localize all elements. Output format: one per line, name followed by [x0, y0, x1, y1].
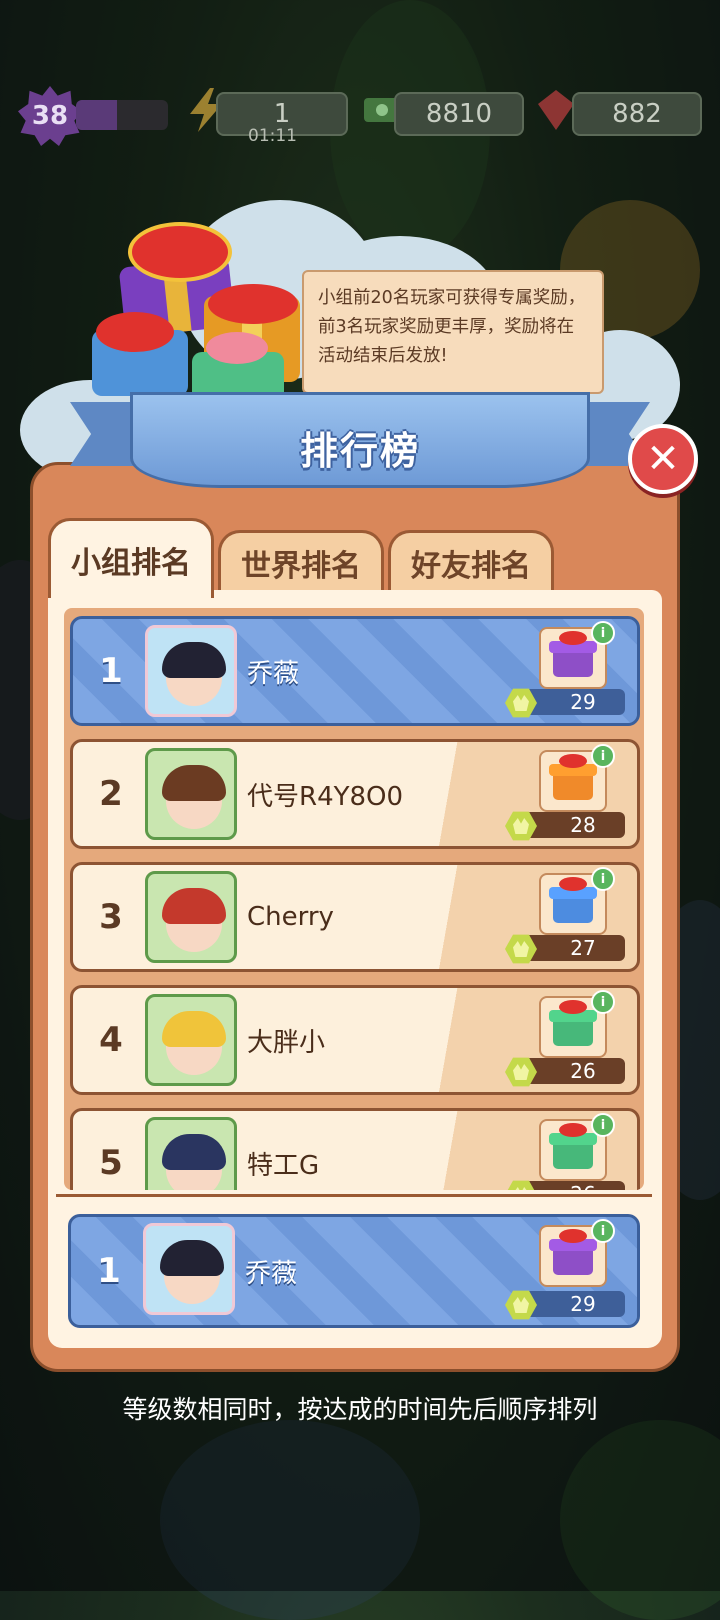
- table-row[interactable]: 5 特工G i 26: [70, 1108, 640, 1190]
- my-rank-row[interactable]: 1 乔薇 i 29: [70, 616, 640, 726]
- avatar-hair: [162, 765, 226, 801]
- tab-friend-ranking[interactable]: 好友排名: [388, 530, 554, 592]
- cash-value: 8810: [425, 99, 493, 129]
- avatar-hair: [162, 1134, 226, 1170]
- gift-bow-icon: [559, 877, 587, 891]
- gift-bow-icon: [208, 284, 298, 324]
- avatar-hair: [160, 1240, 224, 1276]
- top-hud: 38 1 01:11 8810 882: [0, 86, 720, 146]
- tab-label: 世界排名: [241, 548, 361, 584]
- player-name: 乔薇: [247, 658, 300, 689]
- ranking-list-viewport: 1 乔薇 i 29 2 代号R4Y8O0 i 28 3 Cherry i 27 4 大胖小 i 26 5 特工G i…: [64, 608, 644, 1190]
- level-progress-bar: [76, 100, 168, 130]
- player-name: 特工G: [247, 1150, 320, 1181]
- score-value: 29: [521, 1291, 625, 1317]
- avatar-hair: [162, 642, 226, 678]
- level-progress-fill: [76, 100, 118, 130]
- tab-label: 好友排名: [411, 548, 531, 584]
- player-avatar[interactable]: [143, 1223, 235, 1315]
- level-value: 38: [31, 101, 69, 131]
- rank-number: 1: [97, 1251, 121, 1291]
- table-row[interactable]: 2 代号R4Y8O0 i 28: [70, 739, 640, 849]
- table-row[interactable]: 3 Cherry i 27: [70, 862, 640, 972]
- rank-number: 4: [99, 1020, 123, 1060]
- ranking-list[interactable]: 1 乔薇 i 29 2 代号R4Y8O0 i 28 3 Cherry i 27 4 大胖小 i 26 5 特工G i…: [64, 608, 644, 1190]
- player-avatar[interactable]: [145, 748, 237, 840]
- info-icon[interactable]: i: [591, 621, 615, 645]
- tab-group-ranking[interactable]: 小组排名: [48, 518, 214, 598]
- panel-title: 排行榜: [299, 429, 420, 473]
- player-name: Cherry: [247, 902, 334, 932]
- info-icon[interactable]: i: [591, 1219, 615, 1243]
- tooltip-text: 小组前20名玩家可获得专属奖励，前3名玩家奖励更丰厚，奖励将在活动结束后发放!: [318, 288, 586, 366]
- energy-timer: 01:11: [248, 126, 297, 146]
- avatar-hair: [162, 1011, 226, 1047]
- score-value: 26: [521, 1181, 625, 1190]
- player-avatar[interactable]: [145, 625, 237, 717]
- gift-bow-icon: [559, 1000, 587, 1014]
- gift-bow-icon: [559, 754, 587, 768]
- gift-bow-icon: [206, 332, 268, 364]
- gift-bow-icon: [559, 1123, 587, 1137]
- info-icon[interactable]: i: [591, 990, 615, 1014]
- info-icon[interactable]: i: [591, 1113, 615, 1137]
- avatar-hair: [162, 888, 226, 924]
- score-value: 29: [521, 689, 625, 715]
- list-divider: [56, 1194, 652, 1197]
- player-avatar[interactable]: [145, 871, 237, 963]
- title-banner: 排行榜: [70, 392, 650, 504]
- close-button[interactable]: ✕: [628, 424, 698, 494]
- player-name: 大胖小: [247, 1027, 326, 1058]
- gift-bow-icon: [128, 222, 232, 282]
- my-rank-row[interactable]: 1 乔薇 i 29: [68, 1214, 640, 1328]
- gift-bow-icon: [559, 631, 587, 645]
- gift-bow-icon: [559, 1229, 587, 1243]
- score-value: 27: [521, 935, 625, 961]
- close-icon: ✕: [646, 436, 680, 482]
- tab-world-ranking[interactable]: 世界排名: [218, 530, 384, 592]
- gift-bow-icon: [96, 312, 174, 352]
- rank-number: 5: [99, 1143, 123, 1183]
- table-row[interactable]: 4 大胖小 i 26: [70, 985, 640, 1095]
- level-badge[interactable]: 38: [18, 86, 82, 146]
- cash-counter[interactable]: 8810: [394, 92, 524, 136]
- player-avatar[interactable]: [145, 994, 237, 1086]
- score-value: 28: [521, 812, 625, 838]
- my-rank-row-container: 1 乔薇 i 29: [68, 1214, 640, 1328]
- info-icon[interactable]: i: [591, 867, 615, 891]
- gem-counter[interactable]: 882: [572, 92, 702, 136]
- energy-value: 1: [273, 99, 291, 129]
- score-value: 26: [521, 1058, 625, 1084]
- tab-label: 小组排名: [71, 545, 191, 581]
- gem-value: 882: [612, 99, 662, 129]
- player-avatar[interactable]: [145, 1117, 237, 1190]
- rank-number: 3: [99, 897, 123, 937]
- rank-number: 2: [99, 774, 123, 814]
- player-name: 代号R4Y8O0: [247, 781, 404, 812]
- tie-rule-note: 等级数相同时，按达成的时间先后顺序排列: [122, 1395, 598, 1424]
- reward-info-tooltip: 小组前20名玩家可获得专属奖励，前3名玩家奖励更丰厚，奖励将在活动结束后发放!: [302, 270, 604, 394]
- rank-number: 1: [99, 651, 123, 691]
- player-name: 乔薇: [245, 1258, 298, 1289]
- info-icon[interactable]: i: [591, 744, 615, 768]
